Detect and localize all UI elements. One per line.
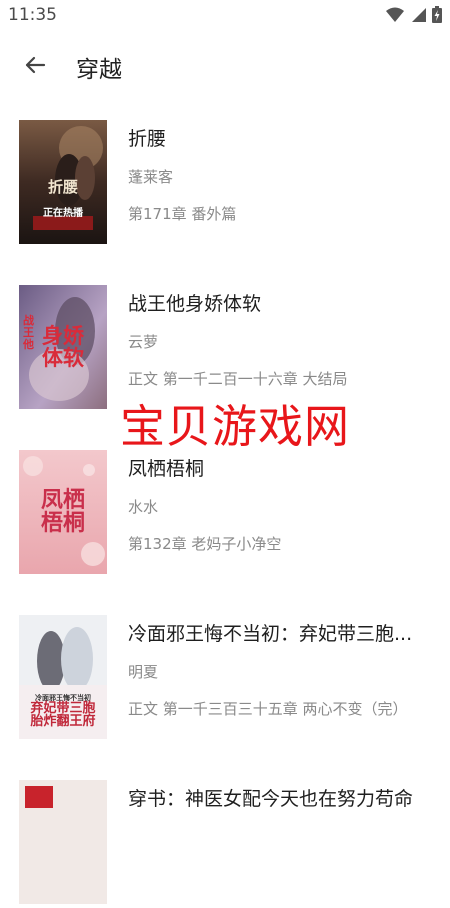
- book-chapter: 第171章 番外篇: [128, 205, 237, 223]
- cover-side-text: 战王他: [23, 314, 34, 352]
- signal-icon: [412, 7, 426, 22]
- watermark-text: 宝贝游戏网: [120, 400, 351, 453]
- book-title: 折腰: [128, 128, 167, 150]
- book-title: 战王他身娇体软: [128, 293, 262, 315]
- book-author: 蓬莱客: [128, 168, 174, 186]
- cover-badge: 正在热播: [43, 207, 83, 219]
- book-author: 明夏: [128, 663, 159, 681]
- page-title: 穿越: [76, 57, 122, 83]
- book-cover[interactable]: 身娇体软 战王他: [19, 285, 107, 409]
- book-cover[interactable]: 折腰 正在热播: [19, 120, 107, 244]
- arrow-left-icon: [25, 56, 46, 74]
- status-bar: 11:35: [0, 0, 450, 32]
- book-chapter: 第132章 老妈子小净空: [128, 535, 282, 553]
- book-author: 云萝: [128, 333, 159, 351]
- book-chapter: 正文 第一千三百三十五章 两心不变（完）: [128, 700, 408, 718]
- cover-title: 身娇体软: [42, 322, 84, 370]
- status-icons: [386, 6, 442, 23]
- book-title: 凤栖梧桐: [128, 458, 205, 480]
- list-item-book-5[interactable]: 穿书：神医女配今天也在努力苟命: [0, 758, 450, 908]
- status-time: 11:35: [8, 5, 57, 25]
- back-button[interactable]: [18, 48, 52, 82]
- book-cover[interactable]: [19, 780, 107, 904]
- cover-title: 折腰: [47, 178, 78, 196]
- wifi-icon: [386, 7, 404, 22]
- app-bar: 穿越: [0, 32, 450, 98]
- list-item-book-1[interactable]: 折腰 正在热播 折腰 蓬莱客 第171章 番外篇: [0, 98, 450, 248]
- cover-title: 凤栖梧桐: [40, 486, 85, 536]
- book-cover[interactable]: 凤栖梧桐: [19, 450, 107, 574]
- book-title: 穿书：神医女配今天也在努力苟命: [128, 788, 414, 810]
- book-title: 冷面邪王悔不当初：弃妃带三胞...: [128, 623, 413, 645]
- book-cover[interactable]: 冷面邪王悔不当初 弃妃带三胞胎炸翻王府: [19, 615, 107, 739]
- list-item-book-4[interactable]: 冷面邪王悔不当初 弃妃带三胞胎炸翻王府 冷面邪王悔不当初：弃妃带三胞... 明夏…: [0, 593, 450, 743]
- book-chapter: 正文 第一千二百一十六章 大结局: [128, 370, 348, 388]
- book-author: 水水: [128, 498, 159, 516]
- cover-subtitle: 弃妃带三胞胎炸翻王府: [30, 700, 96, 730]
- battery-icon: [432, 6, 442, 23]
